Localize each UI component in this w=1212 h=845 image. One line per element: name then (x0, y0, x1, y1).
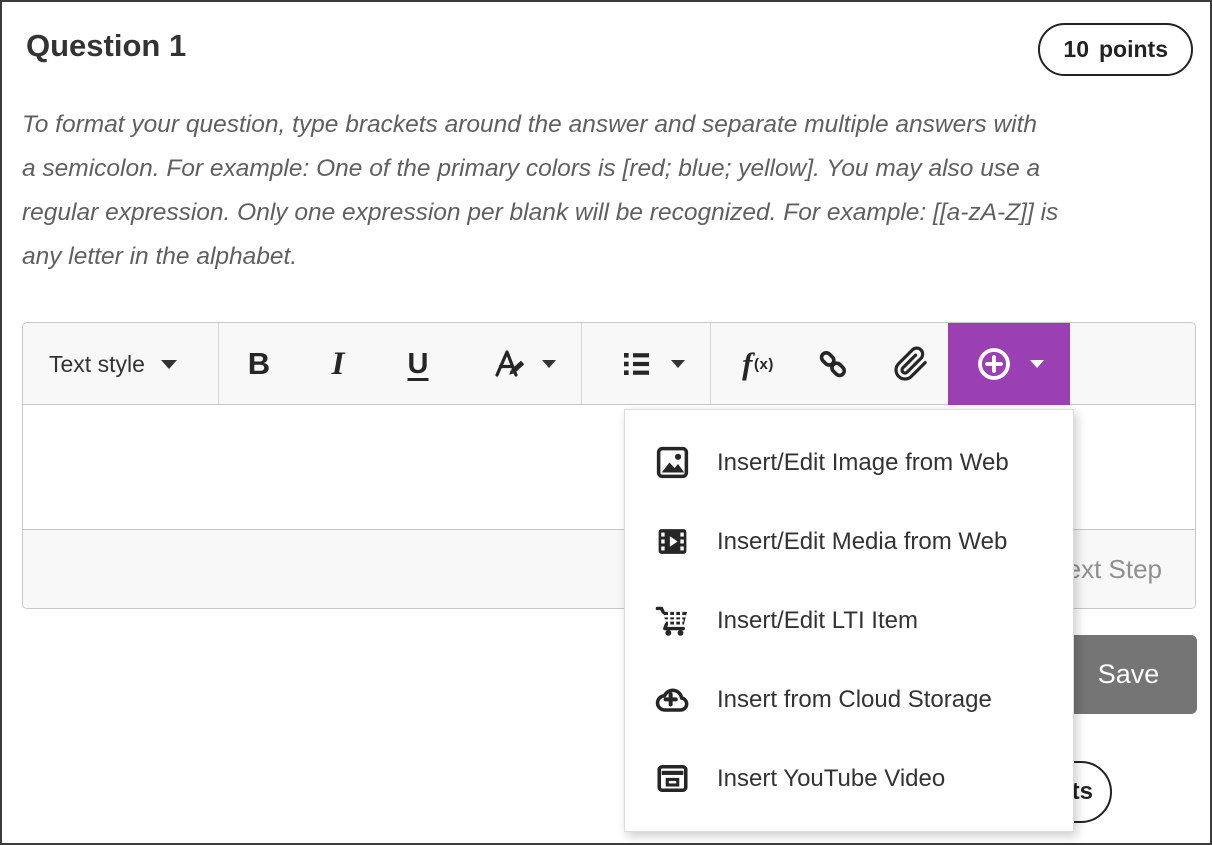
menu-item-label: Insert/Edit Image from Web (717, 449, 1009, 477)
youtube-video-icon (652, 760, 692, 797)
insert-content-dropdown[interactable] (948, 323, 1070, 405)
media-icon (652, 523, 692, 560)
text-color-dropdown[interactable] (473, 323, 573, 405)
page-title: Question 1 (26, 28, 186, 64)
menu-item-insert-lti[interactable]: Insert/Edit LTI Item (625, 581, 1073, 660)
partial-pill-label: ts (1072, 778, 1093, 806)
chevron-down-icon (671, 360, 685, 368)
image-icon (652, 444, 692, 481)
attach-file-button[interactable] (881, 323, 941, 405)
editor-toolbar: Text style B I U (23, 323, 1195, 405)
text-style-dropdown[interactable]: Text style (49, 323, 177, 405)
list-dropdown[interactable] (601, 323, 706, 405)
math-formula-button[interactable]: f(x) (726, 323, 790, 405)
cloud-plus-icon (652, 681, 692, 718)
link-icon (815, 346, 851, 382)
chevron-down-icon (1030, 360, 1044, 368)
italic-button[interactable]: I (312, 323, 364, 405)
points-value: 10 (1063, 36, 1089, 63)
cart-icon (652, 602, 692, 639)
insert-content-menu: Insert/Edit Image from Web Insert/Edit M… (624, 409, 1074, 832)
paperclip-icon (893, 346, 929, 382)
instructions-line: any letter in the alphabet. (22, 235, 1197, 279)
points-pill[interactable]: 10 points (1038, 23, 1193, 76)
bold-icon: B (248, 346, 270, 382)
insert-link-button[interactable] (803, 323, 863, 405)
menu-item-label: Insert/Edit LTI Item (717, 607, 918, 635)
underline-button[interactable]: U (392, 323, 444, 405)
question-instructions: To format your question, type brackets a… (22, 103, 1197, 279)
instructions-line: To format your question, type brackets a… (22, 103, 1197, 147)
toolbar-divider (581, 323, 582, 404)
menu-item-insert-cloud[interactable]: Insert from Cloud Storage (625, 660, 1073, 739)
function-icon: f (742, 346, 753, 382)
menu-item-insert-image[interactable]: Insert/Edit Image from Web (625, 423, 1073, 502)
text-color-icon (491, 347, 527, 381)
text-style-label: Text style (49, 351, 145, 378)
bold-button[interactable]: B (233, 323, 285, 405)
menu-item-insert-media[interactable]: Insert/Edit Media from Web (625, 502, 1073, 581)
points-label: points (1099, 36, 1168, 63)
save-button[interactable]: Save (1060, 635, 1197, 714)
menu-item-label: Insert from Cloud Storage (717, 686, 992, 714)
instructions-line: regular expression. Only one expression … (22, 191, 1197, 235)
underline-icon: U (408, 348, 429, 381)
menu-item-label: Insert YouTube Video (717, 765, 945, 793)
menu-item-label: Insert/Edit Media from Web (717, 528, 1007, 556)
instructions-line: a semicolon. For example: One of the pri… (22, 147, 1197, 191)
bullet-list-icon (622, 350, 654, 378)
toolbar-divider (218, 323, 219, 404)
italic-icon: I (332, 346, 345, 383)
chevron-down-icon (542, 360, 556, 368)
toolbar-divider (710, 323, 711, 404)
chevron-down-icon (161, 360, 177, 369)
question-editor-page: Question 1 10 points To format your ques… (0, 0, 1212, 845)
add-circle-icon (974, 344, 1014, 384)
menu-item-insert-youtube[interactable]: Insert YouTube Video (625, 739, 1073, 818)
